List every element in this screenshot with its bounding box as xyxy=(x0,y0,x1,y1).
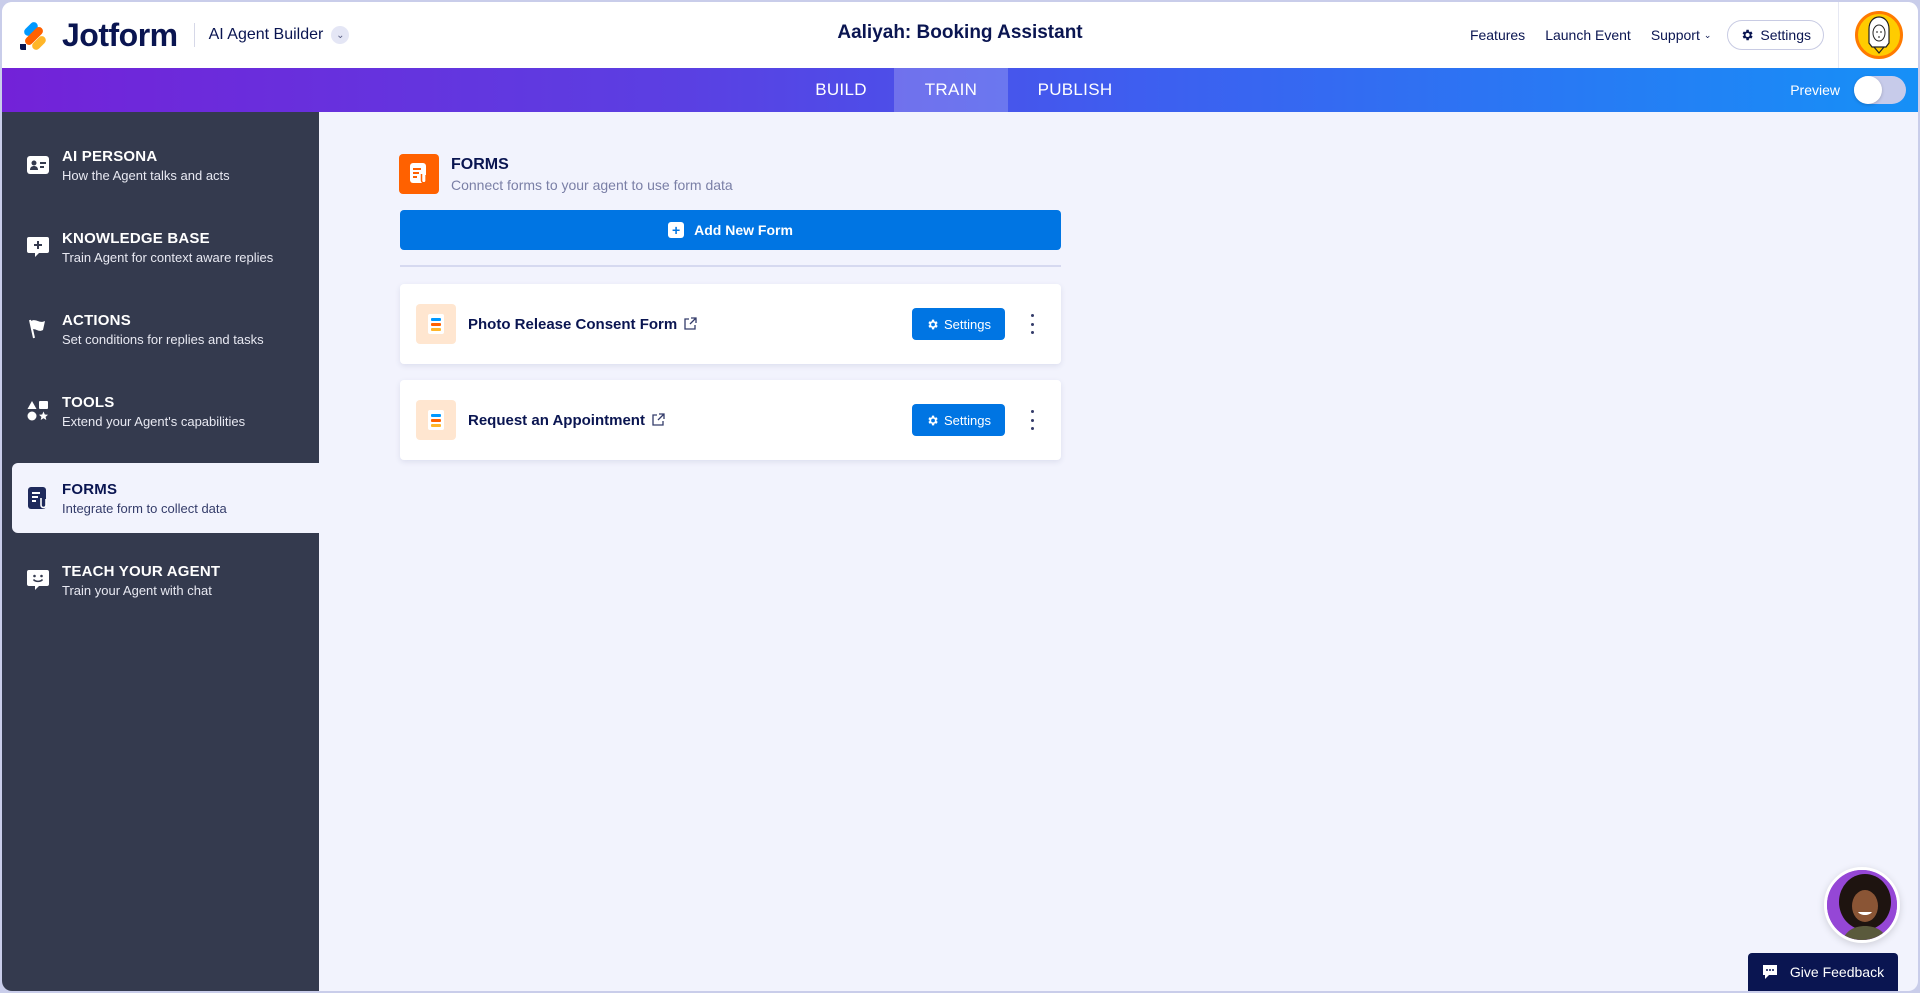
toggle-knob xyxy=(1854,76,1882,104)
sidebar-item-subtitle: Integrate form to collect data xyxy=(62,500,227,516)
form-name: Request an Appointment xyxy=(468,411,645,429)
plus-icon: + xyxy=(668,222,685,238)
preview-toggle[interactable] xyxy=(1854,76,1906,104)
top-header: Jotform AI Agent Builder ⌄ Aaliyah: Book… xyxy=(2,2,1918,68)
give-feedback-button[interactable]: Give Feedback xyxy=(1748,953,1898,991)
features-link[interactable]: Features xyxy=(1470,27,1525,43)
sidebar-item-forms[interactable]: FORMS Integrate form to collect data xyxy=(12,463,319,533)
form-link[interactable]: Photo Release Consent Form xyxy=(468,316,697,333)
sidebar-item-tools[interactable]: TOOLS Extend your Agent's capabilities xyxy=(12,376,319,446)
external-link-icon xyxy=(652,413,665,426)
chevron-down-icon: ⌄ xyxy=(1703,29,1712,40)
sidebar-item-title: KNOWLEDGE BASE xyxy=(62,229,210,247)
more-options-icon[interactable] xyxy=(1029,410,1035,430)
gear-icon xyxy=(928,415,938,425)
settings-label: Settings xyxy=(944,412,991,428)
form-icon xyxy=(26,486,50,510)
settings-label: Settings xyxy=(944,316,991,332)
shapes-icon xyxy=(26,399,50,423)
sidebar-item-subtitle: How the Agent talks and acts xyxy=(62,167,230,183)
sidebar-item-title: ACTIONS xyxy=(62,311,131,329)
agent-title[interactable]: Aaliyah: Booking Assistant xyxy=(837,22,1082,43)
mode-tabs: BUILD TRAIN PUBLISH xyxy=(788,68,1142,112)
product-name: AI Agent Builder xyxy=(208,26,324,43)
form-thumbnail-icon xyxy=(416,304,456,344)
sidebar-item-subtitle: Extend your Agent's capabilities xyxy=(62,413,246,429)
section-header: FORMS Connect forms to your agent to use… xyxy=(399,154,733,194)
logo-text: Jotform xyxy=(62,16,178,53)
gear-icon xyxy=(928,319,938,329)
user-avatar xyxy=(1854,11,1903,59)
agent-avatar[interactable] xyxy=(1824,867,1900,943)
forms-panel: FORMS Connect forms to your agent to use… xyxy=(319,112,1918,991)
form-settings-button[interactable]: Settings xyxy=(912,404,1005,436)
header-divider xyxy=(193,23,195,47)
external-link-icon xyxy=(684,317,697,330)
tab-build[interactable]: BUILD xyxy=(788,68,894,112)
smile-chat-icon xyxy=(26,568,50,592)
section-subtitle: Connect forms to your agent to use form … xyxy=(451,177,733,193)
forms-section-icon xyxy=(399,154,439,194)
launch-event-link[interactable]: Launch Event xyxy=(1545,27,1631,43)
form-card: Request an Appointment Settings xyxy=(400,380,1061,460)
gear-icon xyxy=(1742,29,1754,41)
preview-label: Preview xyxy=(1790,82,1840,98)
form-settings-button[interactable]: Settings xyxy=(912,308,1005,340)
mode-navbar: BUILD TRAIN PUBLISH Preview xyxy=(2,68,1918,112)
sidebar-item-title: AI PERSONA xyxy=(62,147,158,165)
sidebar-item-knowledge-base[interactable]: KNOWLEDGE BASE Train Agent for context a… xyxy=(12,212,319,282)
feedback-chat-icon xyxy=(1762,965,1777,979)
sidebar-item-ai-persona[interactable]: AI PERSONA How the Agent talks and acts xyxy=(12,130,319,200)
form-link[interactable]: Request an Appointment xyxy=(468,412,665,429)
form-name: Photo Release Consent Form xyxy=(468,315,678,333)
app-window: Jotform AI Agent Builder ⌄ Aaliyah: Book… xyxy=(2,2,1918,991)
preview-control: Preview xyxy=(1790,68,1906,112)
add-new-form-button[interactable]: + Add New Form xyxy=(400,210,1061,250)
sidebar-item-actions[interactable]: ACTIONS Set conditions for replies and t… xyxy=(12,294,319,364)
support-menu[interactable]: Support ⌄ xyxy=(1651,27,1712,43)
product-switcher[interactable]: AI Agent Builder ⌄ xyxy=(209,26,350,44)
sidebar-item-subtitle: Train Agent for context aware replies xyxy=(62,249,274,265)
agent-avatar-photo xyxy=(1827,870,1897,940)
chevron-down-icon: ⌄ xyxy=(331,26,350,44)
sidebar-item-title: TEACH YOUR AGENT xyxy=(62,562,221,580)
sidebar-item-subtitle: Set conditions for replies and tasks xyxy=(62,331,264,347)
section-title: FORMS xyxy=(451,156,509,173)
sidebar-item-teach-your-agent[interactable]: TEACH YOUR AGENT Train your Agent with c… xyxy=(12,545,319,615)
give-feedback-label: Give Feedback xyxy=(1789,964,1885,980)
user-menu[interactable] xyxy=(1838,2,1918,68)
sidebar-item-subtitle: Train your Agent with chat xyxy=(62,582,212,598)
section-divider xyxy=(400,265,1061,267)
tab-train[interactable]: TRAIN xyxy=(894,68,1008,112)
sidebar-item-title: FORMS xyxy=(62,480,118,498)
jotform-logo[interactable]: Jotform xyxy=(20,17,178,54)
tab-publish[interactable]: PUBLISH xyxy=(1008,68,1142,112)
id-card-icon xyxy=(26,153,50,177)
support-label: Support xyxy=(1650,27,1700,43)
jotform-logo-icon xyxy=(20,19,50,52)
chat-plus-icon xyxy=(26,235,50,259)
more-options-icon[interactable] xyxy=(1029,314,1035,334)
flag-icon xyxy=(26,317,50,341)
header-settings-button[interactable]: Settings xyxy=(1727,20,1824,50)
add-new-form-label: Add New Form xyxy=(694,222,793,238)
train-sidebar: AI PERSONA How the Agent talks and acts … xyxy=(2,112,319,991)
settings-label: Settings xyxy=(1760,27,1811,43)
user-avatar-illustration xyxy=(1867,16,1890,54)
form-card: Photo Release Consent Form Settings xyxy=(400,284,1061,364)
header-actions: Features Launch Event Support ⌄ Settings xyxy=(1450,2,1918,68)
sidebar-item-title: TOOLS xyxy=(62,393,115,411)
form-thumbnail-icon xyxy=(416,400,456,440)
